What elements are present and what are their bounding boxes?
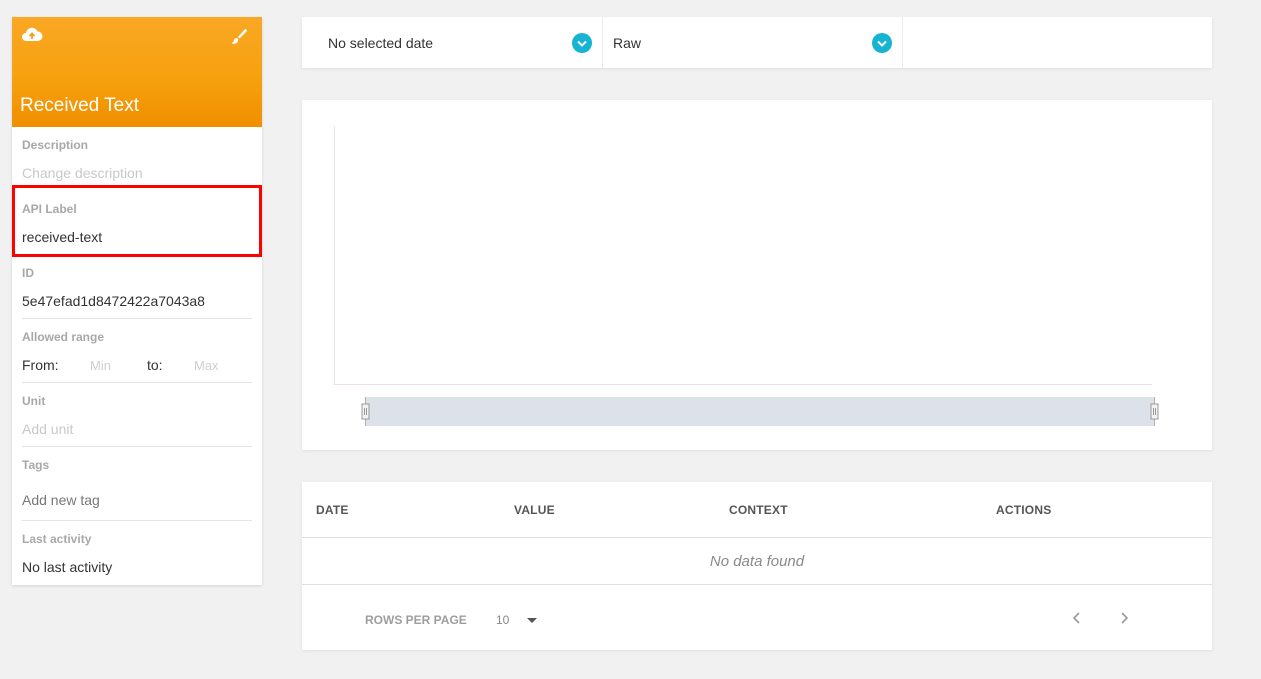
range-max-input[interactable]: Max <box>194 358 251 373</box>
allowed-range-field: Allowed range From: Min to: Max <box>22 330 252 373</box>
description-field: Description Change description <box>22 138 252 181</box>
chevron-left-icon[interactable] <box>1070 609 1084 627</box>
variable-title[interactable]: Received Text <box>20 95 139 117</box>
description-input[interactable]: Change description <box>22 165 252 181</box>
rows-per-page-label: ROWS PER PAGE <box>365 613 467 627</box>
column-header-actions: ACTIONS <box>996 503 1052 517</box>
variable-header: Received Text <box>12 17 262 127</box>
unit-input[interactable]: Add unit <box>22 421 252 437</box>
filter-empty-slot <box>902 17 1212 68</box>
id-value: 5e47efad1d8472422a7043a8 <box>22 293 205 309</box>
last-activity-field: Last activity No last activity <box>22 532 252 575</box>
empty-message: No data found <box>302 538 1212 585</box>
api-label-label: API Label <box>22 202 77 216</box>
paint-brush-icon[interactable] <box>230 27 248 45</box>
divider <box>22 318 252 319</box>
divider <box>22 520 252 521</box>
tags-label: Tags <box>22 458 50 472</box>
divider <box>22 446 252 447</box>
id-field: ID 5e47efad1d8472422a7043a8 <box>22 266 252 309</box>
range-from-label: From: <box>22 357 59 373</box>
api-label-input[interactable]: received-text <box>22 229 252 245</box>
divider <box>22 382 252 383</box>
column-header-context[interactable]: CONTEXT <box>729 503 788 517</box>
last-activity-value: No last activity <box>22 559 113 575</box>
api-label-field: API Label received-text <box>22 202 252 245</box>
range-to-label: to: <box>147 357 163 373</box>
range-navigator[interactable] <box>365 397 1155 426</box>
chevron-right-icon[interactable] <box>1117 609 1131 627</box>
rows-per-page-select[interactable]: 10 <box>496 613 509 627</box>
table-header-row: DATE VALUE CONTEXT ACTIONS <box>302 482 1212 538</box>
filter-bar: No selected date Raw <box>302 17 1212 68</box>
chart-card <box>302 100 1212 450</box>
unit-field: Unit Add unit <box>22 394 252 437</box>
range-min-input[interactable]: Min <box>90 358 147 373</box>
unit-label: Unit <box>22 394 46 408</box>
column-header-value[interactable]: VALUE <box>514 503 555 517</box>
id-label: ID <box>22 266 34 280</box>
date-select-value: No selected date <box>328 34 434 51</box>
navigator-handle-left[interactable] <box>361 403 370 420</box>
pagination: ROWS PER PAGE 10 <box>302 585 1212 650</box>
caret-down-icon[interactable] <box>527 618 537 623</box>
data-table: DATE VALUE CONTEXT ACTIONS No data found… <box>302 482 1212 650</box>
mode-select[interactable]: Raw <box>602 17 902 68</box>
chevron-down-icon[interactable] <box>872 33 892 53</box>
description-label: Description <box>22 138 89 152</box>
column-header-date[interactable]: DATE <box>316 503 349 517</box>
add-tag-input[interactable]: Add new tag <box>22 492 252 508</box>
mode-select-value: Raw <box>613 34 642 51</box>
variable-details-card: Received Text Description Change descrip… <box>12 17 262 585</box>
navigator-handle-right[interactable] <box>1150 403 1159 420</box>
date-select[interactable]: No selected date <box>302 17 602 68</box>
last-activity-label: Last activity <box>22 532 92 546</box>
chart-area <box>334 126 1159 426</box>
tags-field: Tags Add new tag <box>22 458 252 508</box>
allowed-range-label: Allowed range <box>22 330 105 344</box>
cloud-upload-icon[interactable] <box>21 26 43 44</box>
chevron-down-icon[interactable] <box>572 33 592 53</box>
